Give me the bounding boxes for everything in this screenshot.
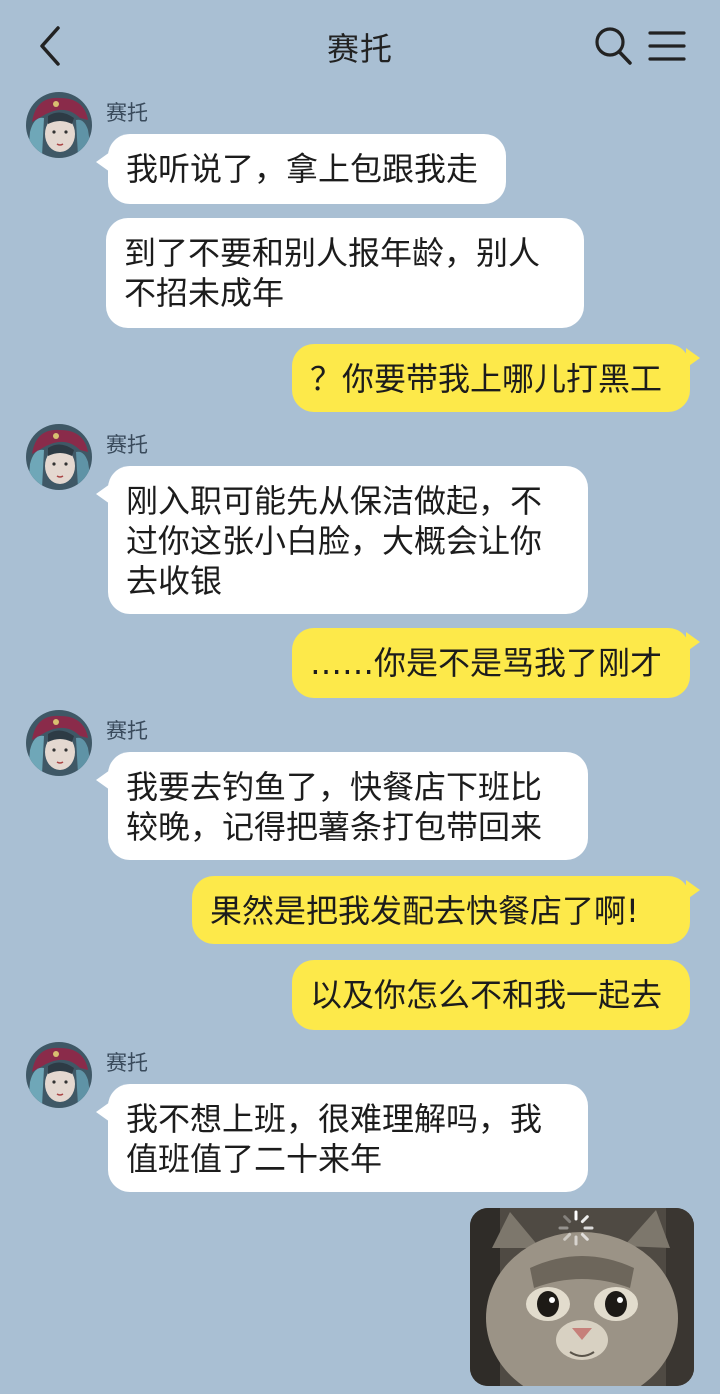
message-bubble[interactable]: ？你要带我上哪儿打黑工 <box>292 344 690 412</box>
message-bubble[interactable]: 到了不要和别人报年龄，别人 不招未成年 <box>106 218 584 328</box>
avatar[interactable] <box>26 710 92 776</box>
message-bubble[interactable]: 果然是把我发配去快餐店了啊! <box>192 876 690 944</box>
bubble-tail <box>686 632 700 652</box>
hamburger-menu-icon[interactable] <box>646 24 688 68</box>
message-bubble[interactable]: 我听说了，拿上包跟我走 <box>108 134 506 204</box>
sender-name: 赛托 <box>106 101 148 125</box>
loading-spinner-icon <box>558 1210 594 1246</box>
sender-name: 赛托 <box>106 1051 148 1075</box>
message-bubble[interactable]: 我不想上班，很难理解吗，我 值班值了二十来年 <box>108 1084 588 1192</box>
bubble-tail <box>686 880 700 900</box>
message-bubble[interactable]: 刚入职可能先从保洁做起，不 过你这张小白脸，大概会让你 去收银 <box>108 466 588 614</box>
avatar[interactable] <box>26 92 92 158</box>
message-bubble[interactable]: 以及你怎么不和我一起去 <box>292 960 690 1030</box>
bubble-tail <box>686 348 700 368</box>
search-icon[interactable] <box>592 24 634 68</box>
message-bubble[interactable]: ……你是不是骂我了刚才 <box>292 628 690 698</box>
chat-header: 赛托 <box>0 0 720 92</box>
avatar[interactable] <box>26 1042 92 1108</box>
avatar[interactable] <box>26 424 92 490</box>
sender-name: 赛托 <box>106 433 148 457</box>
sender-name: 赛托 <box>106 719 148 743</box>
message-bubble[interactable]: 我要去钓鱼了，快餐店下班比 较晚，记得把薯条打包带回来 <box>108 752 588 860</box>
